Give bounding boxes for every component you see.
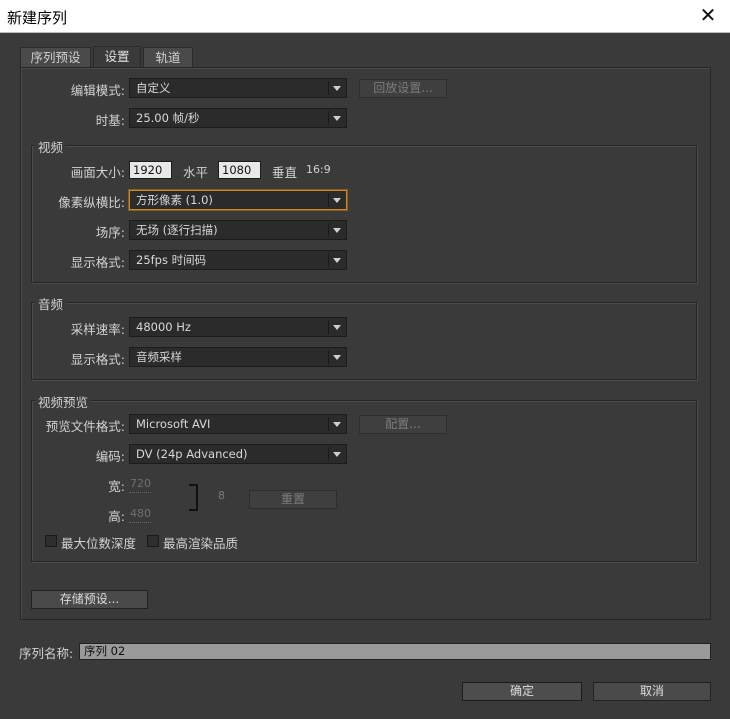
close-icon[interactable]: ✕ xyxy=(696,3,720,27)
preview-file-format-value: Microsoft AVI xyxy=(136,417,211,431)
video-group-title: 视频 xyxy=(35,137,67,156)
tab-sequence-presets[interactable]: 序列预设 xyxy=(20,47,91,67)
chevron-down-icon xyxy=(333,325,341,330)
chevron-down-icon xyxy=(333,452,341,457)
playback-settings-button[interactable]: 回放设置... xyxy=(359,79,447,98)
aspect-ratio-text: 16:9 xyxy=(306,163,331,176)
preview-height-underline xyxy=(129,522,151,523)
frame-height-field[interactable]: 1080 xyxy=(218,161,261,179)
link-bracket-icon xyxy=(189,484,198,511)
divider xyxy=(328,350,329,364)
video-display-format-label: 显示格式: xyxy=(70,255,125,270)
codec-label: 编码: xyxy=(95,449,125,464)
audio-display-format-value: 音频采样 xyxy=(136,350,182,364)
audio-display-format-label: 显示格式: xyxy=(70,352,125,367)
chevron-down-icon xyxy=(333,355,341,360)
timebase-select[interactable]: 25.00 帧/秒 xyxy=(129,108,347,128)
max-bit-depth-checkbox[interactable] xyxy=(45,535,57,547)
max-render-quality-label: 最高渲染品质 xyxy=(163,536,239,551)
divider xyxy=(328,193,329,207)
preview-file-format-label: 预览文件格式: xyxy=(45,419,125,434)
fields-label: 场序: xyxy=(95,225,125,240)
video-preview-group-title: 视频预览 xyxy=(35,392,92,411)
cancel-button[interactable]: 取消 xyxy=(593,682,711,701)
preview-height-label: 高: xyxy=(108,509,125,524)
vertical-label: 垂直 xyxy=(272,165,298,180)
sample-rate-label: 采样速率: xyxy=(70,322,125,337)
codec-select[interactable]: DV (24p Advanced) xyxy=(129,444,347,464)
chevron-down-icon xyxy=(333,116,341,121)
frame-width-field[interactable]: 1920 xyxy=(129,161,172,179)
chevron-down-icon xyxy=(333,228,341,233)
timebase-label: 时基: xyxy=(95,113,125,128)
preview-width-value[interactable]: 720 xyxy=(130,477,151,490)
pixel-aspect-value: 方形像素 (1.0) xyxy=(136,193,213,207)
configure-button[interactable]: 配置... xyxy=(359,415,447,434)
divider xyxy=(328,223,329,237)
codec-value: DV (24p Advanced) xyxy=(136,447,248,461)
reset-button[interactable]: 重置 xyxy=(249,490,337,509)
audio-display-format-select[interactable]: 音频采样 xyxy=(129,347,347,367)
preview-height-value[interactable]: 480 xyxy=(130,507,151,520)
audio-group-title: 音频 xyxy=(35,294,67,313)
divider xyxy=(328,253,329,267)
chevron-down-icon xyxy=(333,198,341,203)
divider xyxy=(328,417,329,431)
editing-mode-value: 自定义 xyxy=(136,81,171,95)
divider xyxy=(328,111,329,125)
window-title: 新建序列 xyxy=(7,9,68,27)
chevron-down-icon xyxy=(333,86,341,91)
audio-group xyxy=(31,302,697,380)
editing-mode-select[interactable]: 自定义 xyxy=(129,78,347,98)
max-render-quality-checkbox[interactable] xyxy=(147,535,159,547)
preview-width-underline xyxy=(129,492,151,493)
sequence-name-input[interactable]: 序列 02 xyxy=(79,643,711,660)
save-preset-button[interactable]: 存储预设... xyxy=(31,590,148,609)
divider xyxy=(328,81,329,95)
ok-button[interactable]: 确定 xyxy=(462,682,582,701)
chevron-down-icon xyxy=(333,422,341,427)
chevron-down-icon xyxy=(333,258,341,263)
preview-width-label: 宽: xyxy=(108,479,125,494)
video-display-format-value: 25fps 时间码 xyxy=(136,253,207,267)
max-bit-depth-label: 最大位数深度 xyxy=(61,536,137,551)
horizontal-label: 水平 xyxy=(183,165,209,180)
divider xyxy=(328,447,329,461)
editing-mode-label: 编辑模式: xyxy=(70,83,125,98)
pixel-aspect-select[interactable]: 方形像素 (1.0) xyxy=(129,190,347,210)
title-bar: 新建序列 ✕ xyxy=(0,0,730,33)
sequence-name-label: 序列名称: xyxy=(19,646,74,661)
video-display-format-select[interactable]: 25fps 时间码 xyxy=(129,250,347,270)
sample-rate-select[interactable]: 48000 Hz xyxy=(129,317,347,337)
pixel-aspect-label: 像素纵横比: xyxy=(58,195,125,210)
sample-rate-value: 48000 Hz xyxy=(136,320,191,334)
fields-select[interactable]: 无场 (逐行扫描) xyxy=(129,220,347,240)
timebase-value: 25.00 帧/秒 xyxy=(136,111,200,125)
tab-settings[interactable]: 设置 xyxy=(93,46,141,68)
tab-tracks[interactable]: 轨道 xyxy=(143,47,193,67)
fields-value: 无场 (逐行扫描) xyxy=(136,223,218,237)
preview-file-format-select[interactable]: Microsoft AVI xyxy=(129,414,347,434)
chain-link-icon[interactable]: 8 xyxy=(218,489,225,502)
divider xyxy=(328,320,329,334)
frame-size-label: 画面大小: xyxy=(70,165,125,180)
